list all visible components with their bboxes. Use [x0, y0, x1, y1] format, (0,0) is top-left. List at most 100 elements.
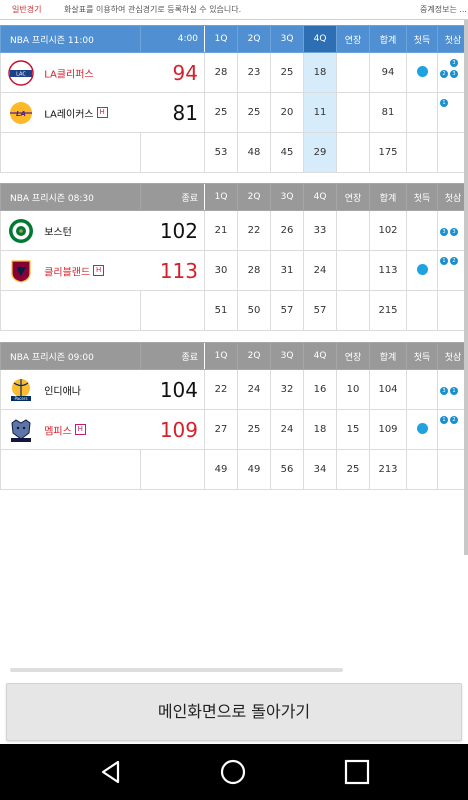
- col-ot: 연장: [336, 342, 370, 370]
- three-point-badge: 2: [440, 70, 448, 78]
- q3-total: 57: [270, 290, 304, 331]
- first-score-indicator: [416, 65, 428, 77]
- total-score: 81: [369, 92, 407, 133]
- first-score-indicator: [416, 263, 428, 275]
- team-name: 클리블랜드: [44, 267, 91, 278]
- three-point-badge: 3: [450, 70, 458, 78]
- tab-general-games[interactable]: 일반경기: [12, 4, 41, 15]
- sum-total: 215: [369, 290, 407, 331]
- col-first: 첫득: [406, 25, 438, 53]
- q1-total: 49: [204, 449, 238, 490]
- team-score: 113: [140, 250, 205, 291]
- team-row-away[interactable]: LAC LA클리퍼스 94 28 23 25 18 94 3 2 3: [0, 52, 468, 93]
- q2-score: 25: [237, 409, 271, 450]
- q1-score: 30: [204, 250, 238, 291]
- three-point-badge: 1: [440, 99, 448, 107]
- col-q4: 4Q: [303, 342, 337, 370]
- game-status: 종료: [140, 342, 205, 370]
- three-point-badge: 3: [450, 59, 458, 67]
- ot-score: [336, 92, 370, 133]
- team-score: 109: [140, 409, 205, 450]
- q2-score: 24: [237, 369, 271, 410]
- team-name: 보스턴: [44, 227, 72, 238]
- col-total: 합계: [369, 342, 407, 370]
- col-q3: 3Q: [270, 183, 304, 211]
- q1-score: 28: [204, 52, 238, 93]
- total-score: 102: [369, 210, 407, 251]
- game-title: NBA 프리시즌 08:30: [0, 183, 141, 211]
- celtics-logo: [9, 218, 33, 243]
- q2-total: 49: [237, 449, 271, 490]
- top-bar: 일반경기 화살표를 이용하여 관심경기로 등록하실 수 있습니다. 중계정보는 …: [0, 0, 468, 20]
- team-row-home[interactable]: LA LA레이커스 H 81 25 25 20 11 81 1: [0, 92, 468, 133]
- team-score: 81: [140, 92, 205, 133]
- ot-score: [336, 250, 370, 291]
- game-card: NBA 프리시즌 09:00 종료 1Q 2Q 3Q 4Q 연장 합계 첫득 첫…: [0, 342, 468, 490]
- home-badge: H: [74, 424, 86, 435]
- ot-score: [336, 52, 370, 93]
- q4-total: 34: [303, 449, 337, 490]
- q3-score: 31: [270, 250, 304, 291]
- android-nav-bar: [0, 744, 468, 800]
- q2-score: 25: [237, 92, 271, 133]
- game-title: NBA 프리시즌 11:00: [0, 25, 141, 53]
- q2-total: 48: [237, 132, 271, 173]
- q4-score: 24: [303, 250, 337, 291]
- col-q2: 2Q: [237, 342, 271, 370]
- q4-score: 11: [303, 92, 337, 133]
- total-score: 113: [369, 250, 407, 291]
- q1-total: 53: [204, 132, 238, 173]
- team-name: 멤피스: [44, 426, 72, 437]
- horizontal-scrollbar[interactable]: [10, 668, 343, 672]
- team-row-away[interactable]: Pacers 인디애나 104 22 24 32 16 10 104 3 1: [0, 369, 468, 410]
- totals-row: 51 50 57 57 215: [0, 290, 468, 331]
- grizzlies-logo: [11, 418, 31, 442]
- back-to-main-button[interactable]: 메인화면으로 돌아가기: [6, 683, 462, 741]
- totals-row: 53 48 45 29 175: [0, 132, 468, 173]
- ot-score: 10: [336, 369, 370, 410]
- team-row-home[interactable]: 클리블랜드 H 113 30 28 31 24 113 1 2: [0, 250, 468, 291]
- three-point-badge: 3: [440, 228, 448, 236]
- team-score: 104: [140, 369, 205, 410]
- vertical-scrollbar[interactable]: [464, 20, 468, 555]
- ot-total: [336, 290, 370, 331]
- app-screen: 일반경기 화살표를 이용하여 관심경기로 등록하실 수 있습니다. 중계정보는 …: [0, 0, 468, 800]
- team-row-home[interactable]: 멤피스 H 109 27 25 24 18 15 109 1 2: [0, 409, 468, 450]
- q4-score: 18: [303, 409, 337, 450]
- home-badge: H: [96, 107, 108, 118]
- ot-score: [336, 210, 370, 251]
- back-icon[interactable]: [97, 758, 125, 786]
- col-q1: 1Q: [204, 342, 238, 370]
- three-point-badge: 1: [440, 416, 448, 424]
- recent-apps-icon[interactable]: [343, 758, 371, 786]
- team-name: 인디애나: [44, 386, 81, 397]
- col-q3: 3Q: [270, 25, 304, 53]
- col-total: 합계: [369, 183, 407, 211]
- q1-score: 21: [204, 210, 238, 251]
- ot-total: 25: [336, 449, 370, 490]
- scoreboard-list[interactable]: NBA 프리시즌 11:00 4:00 1Q 2Q 3Q 4Q 연장 합계 첫득…: [0, 20, 468, 660]
- col-ot: 연장: [336, 183, 370, 211]
- ot-total: [336, 132, 370, 173]
- svg-text:LAC: LAC: [16, 71, 26, 77]
- ot-score: 15: [336, 409, 370, 450]
- three-point-badge: 2: [450, 257, 458, 265]
- svg-text:LA: LA: [16, 110, 26, 118]
- home-badge: H: [93, 265, 105, 276]
- sum-total: 213: [369, 449, 407, 490]
- total-score: 109: [369, 409, 407, 450]
- q2-score: 23: [237, 52, 271, 93]
- q1-score: 27: [204, 409, 238, 450]
- game-title: NBA 프리시즌 09:00: [0, 342, 141, 370]
- team-row-away[interactable]: 보스턴 102 21 22 26 33 102 3 3: [0, 210, 468, 251]
- home-icon[interactable]: [219, 758, 247, 786]
- q1-score: 25: [204, 92, 238, 133]
- q3-score: 24: [270, 409, 304, 450]
- three-point-badge: 2: [450, 416, 458, 424]
- clippers-logo: LAC: [8, 59, 34, 86]
- col-q3: 3Q: [270, 342, 304, 370]
- three-point-badge: 3: [450, 228, 458, 236]
- team-name: LA클리퍼스: [44, 69, 94, 80]
- q2-score: 28: [237, 250, 271, 291]
- q4-total: 57: [303, 290, 337, 331]
